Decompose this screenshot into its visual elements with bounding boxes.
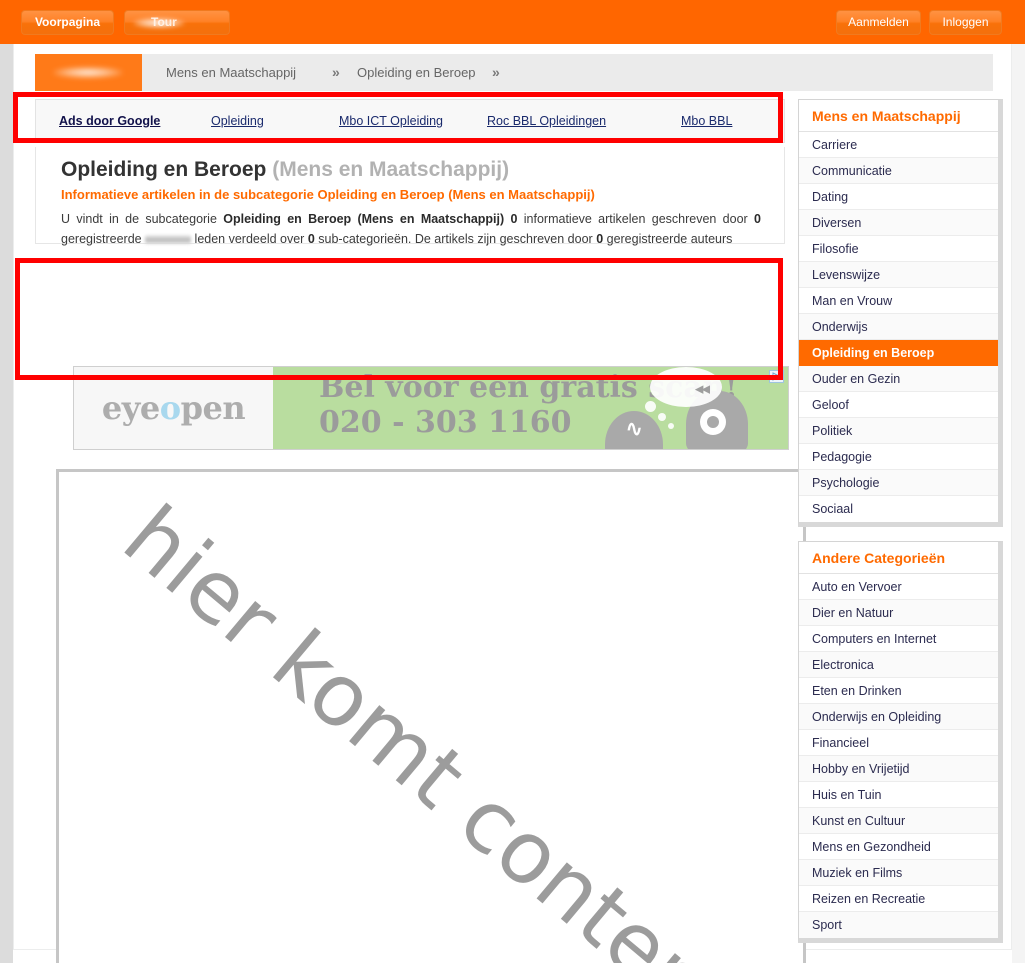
redacted-logo-smudge bbox=[53, 67, 123, 78]
desc-part-6: sub-categorieën. De artikels zijn geschr… bbox=[314, 232, 597, 246]
page-title-main: Opleiding en Beroep bbox=[61, 158, 267, 181]
adchoices-triangle-icon[interactable] bbox=[769, 370, 784, 383]
rewind-arrows-icon: ◂◂ bbox=[694, 379, 710, 398]
logo-part-eye: eye bbox=[101, 389, 160, 427]
google-ads-link-bar: Ads door Google Opleiding Mbo ICT Opleid… bbox=[35, 99, 785, 143]
sidebar-item-hobby-en-vrijetijd[interactable]: Hobby en Vrijetijd bbox=[799, 756, 998, 782]
sidebar-item-computers-en-internet[interactable]: Computers en Internet bbox=[799, 626, 998, 652]
sidebar-item-auto-en-vervoer[interactable]: Auto en Vervoer bbox=[799, 574, 998, 600]
sidebar-block-heading: Andere Categorieën bbox=[799, 542, 998, 574]
ad-link-mbo-bbl[interactable]: Mbo BBL bbox=[681, 114, 732, 128]
thought-bubble-dot-icon bbox=[668, 423, 674, 429]
sidebar-item-man-en-vrouw[interactable]: Man en Vrouw bbox=[799, 288, 998, 314]
sidebar-item-carriere[interactable]: Carriere bbox=[799, 132, 998, 158]
page-container: Mens en Maatschappij » Opleiding en Bero… bbox=[13, 44, 1012, 963]
desc-part-5: leden verdeeld over bbox=[191, 232, 308, 246]
breadcrumb-separator-icon: » bbox=[492, 64, 500, 80]
redacted-word bbox=[145, 235, 192, 245]
thought-bubble-icon bbox=[650, 367, 722, 407]
page-right-gutter bbox=[1012, 44, 1025, 963]
desc-part-4: geregistreerde bbox=[61, 232, 146, 246]
sidebar-item-sport[interactable]: Sport bbox=[799, 912, 998, 938]
advertisement-region: eyeopen Bel voor een gratis scan! 020 - … bbox=[56, 354, 806, 464]
sidebar-block-1: Andere Categorieën Auto en Vervoer Dier en… bbox=[798, 541, 1003, 943]
ad-link-roc-bbl-opleidingen[interactable]: Roc BBL Opleidingen bbox=[487, 114, 606, 128]
category-sidebar: Mens en Maatschappij Carriere Communicatie… bbox=[798, 99, 1003, 957]
sidebar-item-dating[interactable]: Dating bbox=[799, 184, 998, 210]
top-navigation-bar: Voorpagina Tour Aanmelden Inloggen bbox=[0, 0, 1025, 44]
redacted-logo-smudge bbox=[133, 18, 185, 28]
category-header-box: Opleiding en Beroep (Mens en Maatschappi… bbox=[35, 147, 785, 246]
inloggen-button[interactable]: Inloggen bbox=[929, 10, 1002, 35]
content-placeholder-box: hier komt content bbox=[56, 469, 806, 963]
desc-subcategory-count: 0 bbox=[307, 232, 315, 246]
page-left-gutter bbox=[0, 44, 13, 963]
aanmelden-label: Aanmelden bbox=[848, 15, 909, 29]
sidebar-item-ouder-en-gezin[interactable]: Ouder en Gezin bbox=[799, 366, 998, 392]
sidebar-item-huis-en-tuin[interactable]: Huis en Tuin bbox=[799, 782, 998, 808]
desc-part-3: informatieve artikelen geschreven door bbox=[517, 212, 755, 226]
desc-member-count: 0 bbox=[754, 212, 761, 226]
content-placeholder-watermark: hier komt content bbox=[104, 487, 758, 963]
site-logo-tab[interactable] bbox=[35, 54, 142, 91]
page-subtitle: Informatieve artikelen in de subcategori… bbox=[61, 187, 595, 202]
breadcrumb: Mens en Maatschappij » Opleiding en Bero… bbox=[35, 54, 993, 91]
sidebar-item-mens-en-gezondheid[interactable]: Mens en Gezondheid bbox=[799, 834, 998, 860]
sidebar-item-filosofie[interactable]: Filosofie bbox=[799, 236, 998, 262]
voorpagina-button[interactable]: Voorpagina bbox=[21, 10, 114, 35]
sidebar-item-onderwijs[interactable]: Onderwijs bbox=[799, 314, 998, 340]
aanmelden-button[interactable]: Aanmelden bbox=[836, 10, 921, 35]
eye-icon bbox=[700, 409, 726, 435]
ad-body-silhouette-icon: ∿ bbox=[605, 411, 663, 449]
sidebar-item-geloof[interactable]: Geloof bbox=[799, 392, 998, 418]
breadcrumb-separator-icon: » bbox=[332, 64, 340, 80]
sidebar-item-pedagogie[interactable]: Pedagogie bbox=[799, 444, 998, 470]
sidebar-item-kunst-en-cultuur[interactable]: Kunst en Cultuur bbox=[799, 808, 998, 834]
logo-part-o: o bbox=[159, 389, 181, 427]
squiggle-icon: ∿ bbox=[625, 416, 643, 441]
ads-door-google-label[interactable]: Ads door Google bbox=[59, 114, 160, 128]
sidebar-item-levenswijze[interactable]: Levenswijze bbox=[799, 262, 998, 288]
sidebar-item-sociaal[interactable]: Sociaal bbox=[799, 496, 998, 522]
sidebar-block-0: Mens en Maatschappij Carriere Communicatie… bbox=[798, 99, 1003, 527]
sidebar-item-dier-en-natuur[interactable]: Dier en Natuur bbox=[799, 600, 998, 626]
page-title: Opleiding en Beroep (Mens en Maatschappi… bbox=[61, 158, 509, 182]
eyeopen-advertisement-banner[interactable]: eyeopen Bel voor een gratis scan! 020 - … bbox=[73, 366, 789, 450]
sidebar-block-heading: Mens en Maatschappij bbox=[799, 100, 998, 132]
sidebar-item-financieel[interactable]: Financieel bbox=[799, 730, 998, 756]
breadcrumb-item-opleiding-en-beroep[interactable]: Opleiding en Beroep bbox=[357, 65, 476, 80]
eyeopen-logo-text: eyeopen bbox=[101, 389, 246, 427]
ad-link-opleiding[interactable]: Opleiding bbox=[211, 114, 264, 128]
page-title-parent-category: (Mens en Maatschappij) bbox=[272, 158, 510, 181]
tour-button[interactable]: Tour bbox=[124, 10, 230, 35]
sidebar-item-communicatie[interactable]: Communicatie bbox=[799, 158, 998, 184]
sidebar-item-opleiding-en-beroep[interactable]: Opleiding en Beroep bbox=[799, 340, 998, 366]
breadcrumb-item-mens-en-maatschappij[interactable]: Mens en Maatschappij bbox=[166, 65, 296, 80]
desc-category-name: Opleiding en Beroep (Mens en Maatschappi… bbox=[223, 212, 505, 226]
logo-part-pen: pen bbox=[180, 389, 246, 427]
thought-bubble-dot-icon bbox=[645, 401, 656, 412]
sidebar-item-reizen-en-recreatie[interactable]: Reizen en Recreatie bbox=[799, 886, 998, 912]
voorpagina-label: Voorpagina bbox=[34, 15, 101, 29]
desc-part-1: U vindt in de subcategorie bbox=[61, 212, 224, 226]
inloggen-label: Inloggen bbox=[942, 15, 989, 29]
advertiser-logo: eyeopen bbox=[74, 367, 273, 449]
sidebar-item-onderwijs-en-opleiding[interactable]: Onderwijs en Opleiding bbox=[799, 704, 998, 730]
thought-bubble-dot-icon bbox=[658, 413, 666, 421]
sidebar-item-diversen[interactable]: Diversen bbox=[799, 210, 998, 236]
desc-part-7: geregistreerde auteurs bbox=[603, 232, 733, 246]
ad-link-mbo-ict-opleiding[interactable]: Mbo ICT Opleiding bbox=[339, 114, 443, 128]
sidebar-item-eten-en-drinken[interactable]: Eten en Drinken bbox=[799, 678, 998, 704]
sidebar-item-politiek[interactable]: Politiek bbox=[799, 418, 998, 444]
sidebar-item-electronica[interactable]: Electronica bbox=[799, 652, 998, 678]
advertisement-message-area: Bel voor een gratis scan! 020 - 303 1160… bbox=[273, 367, 788, 449]
category-description-text: U vindt in de subcategorie Opleiding en … bbox=[61, 209, 761, 249]
sidebar-item-muziek-en-films[interactable]: Muziek en Films bbox=[799, 860, 998, 886]
sidebar-item-psychologie[interactable]: Psychologie bbox=[799, 470, 998, 496]
ad-phone-number: 020 - 303 1160 bbox=[319, 405, 572, 440]
main-content-column: Opleiding en Beroep (Mens en Maatschappi… bbox=[35, 147, 806, 963]
